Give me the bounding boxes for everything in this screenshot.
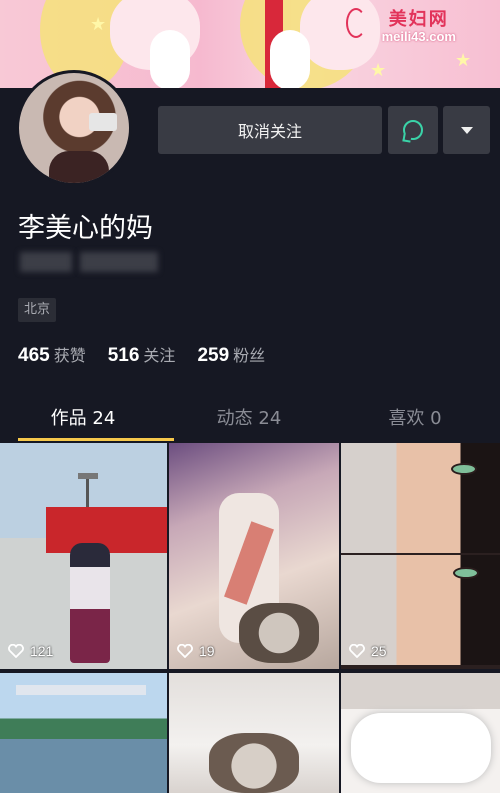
watermark-logo <box>346 8 366 38</box>
avatar[interactable] <box>16 70 132 186</box>
stat-value: 465 <box>18 345 50 366</box>
tab-activity[interactable]: 动态 24 <box>166 400 332 442</box>
profile-name: 李美心的妈 <box>18 213 153 244</box>
blurred-id <box>20 252 72 272</box>
heart-icon <box>349 644 365 658</box>
location-tag: 北京 <box>18 298 57 322</box>
thumbnail-art <box>341 443 500 553</box>
like-count: 121 <box>8 643 53 659</box>
avatar-photo-detail <box>89 113 117 131</box>
thumbnail-art <box>453 567 479 579</box>
video-thumbnail[interactable]: 121 <box>0 443 167 669</box>
chat-bubble-icon <box>403 120 423 140</box>
watermark-title: 美妇网 <box>388 9 449 30</box>
video-grid: 121 19 25 <box>0 443 500 793</box>
stat-label: 粉丝 <box>233 346 266 365</box>
triangle-down-icon <box>460 126 473 134</box>
blurred-id <box>80 252 158 272</box>
thumbnail-art <box>351 713 491 783</box>
more-options-button[interactable] <box>443 106 490 154</box>
profile-stats: 465 获赞 516 关注 259 粉丝 <box>18 342 265 367</box>
heart-icon <box>8 644 24 658</box>
following-stat[interactable]: 516 关注 <box>108 342 176 367</box>
watermark-url: meili43.com <box>381 28 456 44</box>
star-icon: ★ <box>455 50 472 71</box>
video-thumbnail[interactable] <box>0 673 167 793</box>
video-thumbnail[interactable]: 25 <box>341 443 500 669</box>
likes-stat: 465 获赞 <box>18 342 86 367</box>
like-count: 25 <box>349 643 387 659</box>
stat-label: 关注 <box>143 346 176 365</box>
star-icon: ★ <box>90 14 107 35</box>
profile-tabs: 作品 24 动态 24 喜欢 0 <box>0 400 500 442</box>
thumbnail-art <box>70 543 110 663</box>
tab-likes[interactable]: 喜欢 0 <box>332 400 498 442</box>
like-count-value: 19 <box>199 643 215 659</box>
heart-icon <box>177 644 193 658</box>
banner-art <box>150 30 190 88</box>
banner-art <box>270 30 310 88</box>
thumbnail-art <box>16 685 146 695</box>
video-thumbnail[interactable] <box>169 673 339 793</box>
message-button[interactable] <box>388 106 438 154</box>
stat-value: 259 <box>197 345 230 366</box>
star-icon: ★ <box>370 60 387 81</box>
stat-value: 516 <box>107 345 140 366</box>
active-tab-indicator <box>18 438 174 441</box>
like-count: 19 <box>177 643 215 659</box>
watermark: 美妇网 meili43.com <box>382 10 456 44</box>
like-count-value: 25 <box>371 643 387 659</box>
thumbnail-art <box>239 603 319 663</box>
video-thumbnail[interactable] <box>341 673 500 793</box>
banner-art <box>300 0 380 70</box>
avatar-photo-detail <box>49 151 109 183</box>
video-thumbnail[interactable]: 19 <box>169 443 339 669</box>
like-count-value: 121 <box>30 643 54 659</box>
tab-works[interactable]: 作品 24 <box>0 400 166 442</box>
unfollow-button[interactable]: 取消关注 <box>158 106 382 154</box>
followers-stat[interactable]: 259 粉丝 <box>197 342 265 367</box>
stat-label: 获赞 <box>53 346 86 365</box>
thumbnail-art <box>209 733 299 793</box>
thumbnail-art <box>451 463 477 475</box>
